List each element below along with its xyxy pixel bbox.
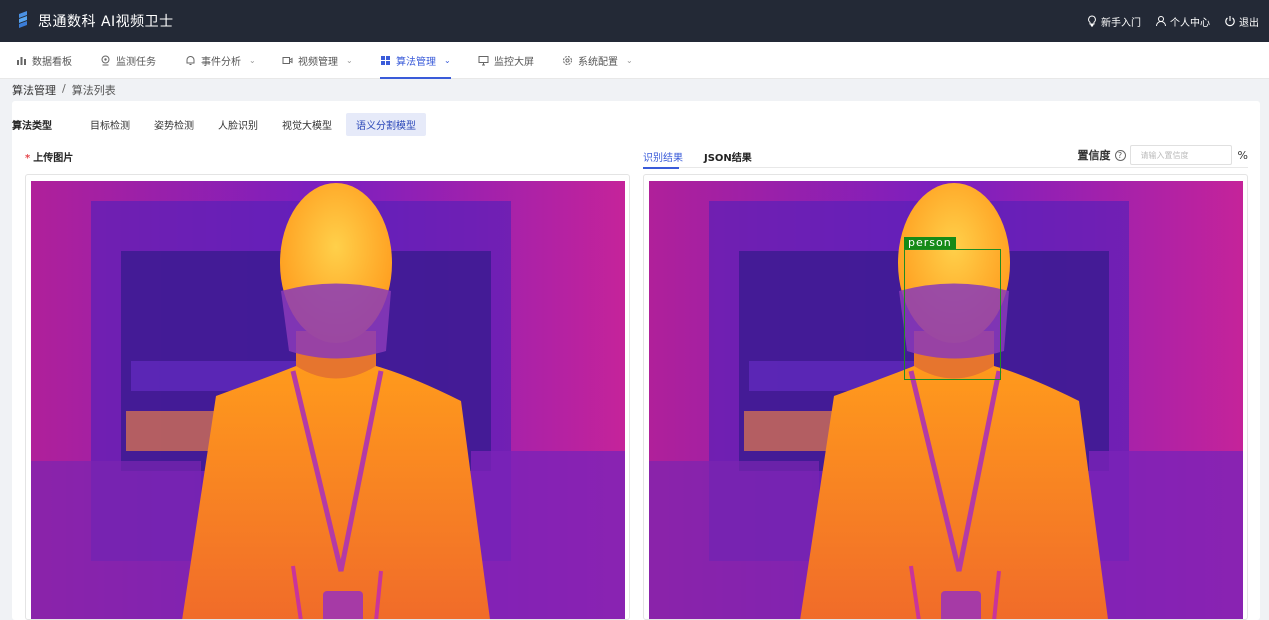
bell-icon (186, 56, 195, 65)
nav-item-monitor-tasks-label: 监测任务 (116, 57, 156, 68)
nav-item-video-management-label: 视频管理 (298, 57, 338, 68)
nav-item-system-config[interactable]: 系统配置 ⌄ (562, 42, 633, 79)
algorithm-type-label: 算法类型 (12, 120, 52, 132)
breadcrumb: 算法管理 / 算法列表 (12, 82, 116, 98)
type-tab-face-recognition[interactable]: 人脸识别 (208, 113, 268, 136)
nav-item-dashboard-label: 数据看板 (32, 57, 72, 68)
type-tab-vision-large-model[interactable]: 视觉大模型 (272, 113, 342, 136)
chevron-down-icon: ⌄ (626, 56, 633, 65)
bar-chart-icon (17, 57, 26, 65)
app-logo-icon (19, 11, 27, 28)
getting-started-label: 新手入门 (1101, 17, 1141, 29)
nav-item-event-analysis-label: 事件分析 (201, 57, 241, 68)
confidence-label: 置信度 (1077, 149, 1111, 162)
nav-item-big-screen-label: 监控大屏 (494, 57, 534, 68)
grid-icon (381, 56, 390, 65)
nav-item-algorithm-management[interactable]: 算法管理 ⌄ (380, 42, 451, 79)
bulb-icon (1088, 15, 1096, 27)
profile-link[interactable]: 个人中心 (1155, 14, 1210, 29)
video-icon (282, 57, 293, 64)
required-mark: * (25, 153, 31, 164)
breadcrumb-separator: / (62, 82, 66, 95)
chevron-down-icon: ⌄ (444, 56, 451, 65)
nav-item-system-config-label: 系统配置 (578, 57, 618, 68)
chevron-down-icon: ⌄ (346, 56, 353, 65)
getting-started-link[interactable]: 新手入门 (1086, 14, 1141, 29)
monitor-icon (478, 56, 489, 66)
top-bar: 思通数科 AI视频卫士 新手入门 个人中心 退出 (0, 0, 1269, 42)
logout-label: 退出 (1239, 17, 1259, 29)
result-panel: person (643, 174, 1248, 620)
confidence-control: 置信度 ? % (1078, 145, 1248, 165)
nav-item-monitor-tasks[interactable]: 监测任务 (100, 42, 156, 79)
confidence-input[interactable] (1129, 145, 1232, 165)
chevron-down-icon: ⌄ (249, 56, 256, 65)
confidence-unit: % (1237, 148, 1248, 162)
profile-label: 个人中心 (1170, 17, 1210, 29)
breadcrumb-current: 算法列表 (71, 84, 116, 97)
type-tab-object-detection[interactable]: 目标检测 (80, 113, 140, 136)
main-nav: 数据看板 监测任务 事件分析 ⌄ 视频管理 ⌄ 算法管理 ⌄ 监控大屏 系统配置… (0, 42, 1269, 79)
uploaded-thermal-image (31, 181, 625, 619)
app-title: 思通数科 AI视频卫士 (38, 14, 174, 30)
active-result-tab-indicator (643, 167, 679, 169)
tab-recognition-result[interactable]: 识别结果 (643, 149, 683, 164)
detection-label: person (904, 237, 956, 249)
upload-image-text: 上传图片 (33, 153, 74, 164)
nav-item-big-screen[interactable]: 监控大屏 (478, 42, 534, 79)
help-icon[interactable]: ? (1114, 149, 1126, 161)
user-icon (1156, 16, 1166, 27)
logout-button[interactable]: 退出 (1224, 14, 1259, 29)
nav-item-dashboard[interactable]: 数据看板 (16, 42, 72, 79)
top-actions: 新手入门 个人中心 退出 (1086, 0, 1259, 42)
breadcrumb-root[interactable]: 算法管理 (12, 82, 56, 98)
algorithm-type-row: 算法类型 目标检测 姿势检测 人脸识别 视觉大模型 语义分割模型 (12, 112, 430, 136)
nav-item-algorithm-management-label: 算法管理 (396, 57, 436, 68)
detection-bounding-box (904, 249, 1001, 380)
gear-icon (563, 56, 572, 65)
upload-panel[interactable] (25, 174, 630, 620)
type-tab-semantic-segmentation[interactable]: 语义分割模型 (346, 112, 426, 136)
nav-item-video-management[interactable]: 视频管理 ⌄ (282, 42, 353, 79)
camera-icon (101, 55, 110, 66)
nav-item-event-analysis[interactable]: 事件分析 ⌄ (185, 42, 256, 79)
upload-image-label: * 上传图片 (25, 149, 73, 164)
active-nav-indicator (380, 77, 451, 79)
power-icon (1225, 16, 1235, 27)
tab-json-result[interactable]: JSON结果 (704, 149, 752, 164)
type-tab-pose-detection[interactable]: 姿势检测 (144, 113, 204, 136)
